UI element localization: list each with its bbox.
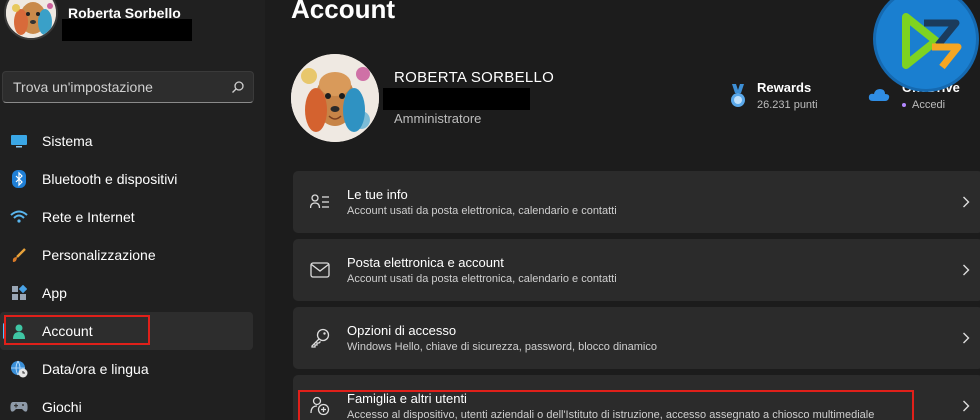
overlay-logo — [873, 0, 979, 92]
mail-icon — [293, 262, 347, 278]
sidebar-item-giochi[interactable]: Giochi — [0, 388, 253, 420]
card-title: Famiglia e altri utenti — [347, 391, 467, 406]
chevron-right-icon — [959, 399, 973, 413]
brush-icon — [10, 246, 28, 264]
sidebar-item-account[interactable]: Account — [0, 312, 253, 350]
user-role: Amministratore — [394, 111, 482, 126]
card-posta-elettronica[interactable]: Posta elettronica e account Account usat… — [293, 239, 980, 301]
sidebar-item-rete[interactable]: Rete e Internet — [0, 198, 253, 236]
status-dot — [902, 103, 906, 108]
card-famiglia-utenti[interactable]: Famiglia e altri utenti Accesso al dispo… — [293, 375, 980, 420]
sidebar-item-app[interactable]: App — [0, 274, 253, 312]
card-le-tue-info[interactable]: Le tue info Account usati da posta elett… — [293, 171, 980, 233]
wifi-icon — [10, 208, 28, 226]
sidebar-item-sistema[interactable]: Sistema — [0, 122, 253, 160]
onedrive-signin-label: Accedi — [912, 99, 946, 111]
user-avatar[interactable] — [291, 54, 379, 142]
user-name: ROBERTA SORBELLO — [394, 69, 555, 86]
user-info-icon — [293, 193, 347, 211]
search-icon[interactable] — [223, 80, 253, 94]
rewards-points: 26.231 punti — [757, 99, 818, 111]
redacted-email — [62, 19, 192, 41]
page-title: Account — [291, 0, 395, 24]
sidebar-nav: Sistema Bluetooth e dispositivi Rete e I… — [0, 122, 265, 420]
card-title: Posta elettronica e account — [347, 255, 504, 270]
apps-icon — [10, 284, 28, 302]
card-opzioni-accesso[interactable]: Opzioni di accesso Windows Hello, chiave… — [293, 307, 980, 369]
card-subtitle: Account usati da posta elettronica, cale… — [347, 205, 617, 217]
sidebar-item-label: Bluetooth e dispositivi — [42, 171, 178, 187]
card-subtitle: Account usati da posta elettronica, cale… — [347, 273, 617, 285]
avatar — [4, 0, 58, 40]
sidebar-item-label: Account — [42, 323, 93, 339]
card-subtitle: Accesso al dispositivo, utenti aziendali… — [347, 409, 875, 420]
chevron-right-icon — [959, 263, 973, 277]
active-indicator — [3, 323, 6, 339]
sidebar: Roberta Sorbello Sistema — [0, 0, 265, 420]
search-input[interactable] — [3, 72, 223, 102]
bluetooth-icon — [10, 170, 28, 188]
family-add-icon — [293, 396, 347, 416]
gamepad-icon — [10, 398, 28, 416]
card-title: Opzioni di accesso — [347, 323, 457, 338]
monitor-icon — [10, 132, 28, 150]
globe-clock-icon — [10, 360, 28, 378]
redacted-email — [383, 88, 530, 110]
sidebar-item-data-ora[interactable]: Data/ora e lingua — [0, 350, 253, 388]
onedrive-signin[interactable]: Accedi — [902, 99, 960, 111]
chevron-right-icon — [959, 195, 973, 209]
person-icon — [10, 322, 28, 340]
sidebar-item-label: App — [42, 285, 67, 301]
sidebar-item-bluetooth[interactable]: Bluetooth e dispositivi — [0, 160, 253, 198]
search-box[interactable] — [2, 71, 254, 103]
sidebar-item-personalizzazione[interactable]: Personalizzazione — [0, 236, 253, 274]
settings-window: Roberta Sorbello Sistema — [0, 0, 980, 420]
card-subtitle: Windows Hello, chiave di sicurezza, pass… — [347, 341, 657, 353]
medal-icon — [729, 84, 747, 115]
sidebar-item-label: Rete e Internet — [42, 209, 135, 225]
key-icon — [293, 328, 347, 348]
sidebar-item-label: Personalizzazione — [42, 247, 156, 263]
chevron-right-icon — [959, 331, 973, 345]
main-content: Account ROBERTA SORBELLO Amministratore — [265, 0, 980, 420]
rewards-widget[interactable]: Rewards 26.231 punti — [729, 80, 818, 115]
sidebar-item-label: Sistema — [42, 133, 93, 149]
sidebar-item-label: Giochi — [42, 399, 82, 415]
card-title: Le tue info — [347, 187, 408, 202]
cloud-icon — [868, 88, 890, 111]
sidebar-item-label: Data/ora e lingua — [42, 361, 149, 377]
rewards-title: Rewards — [757, 80, 812, 95]
